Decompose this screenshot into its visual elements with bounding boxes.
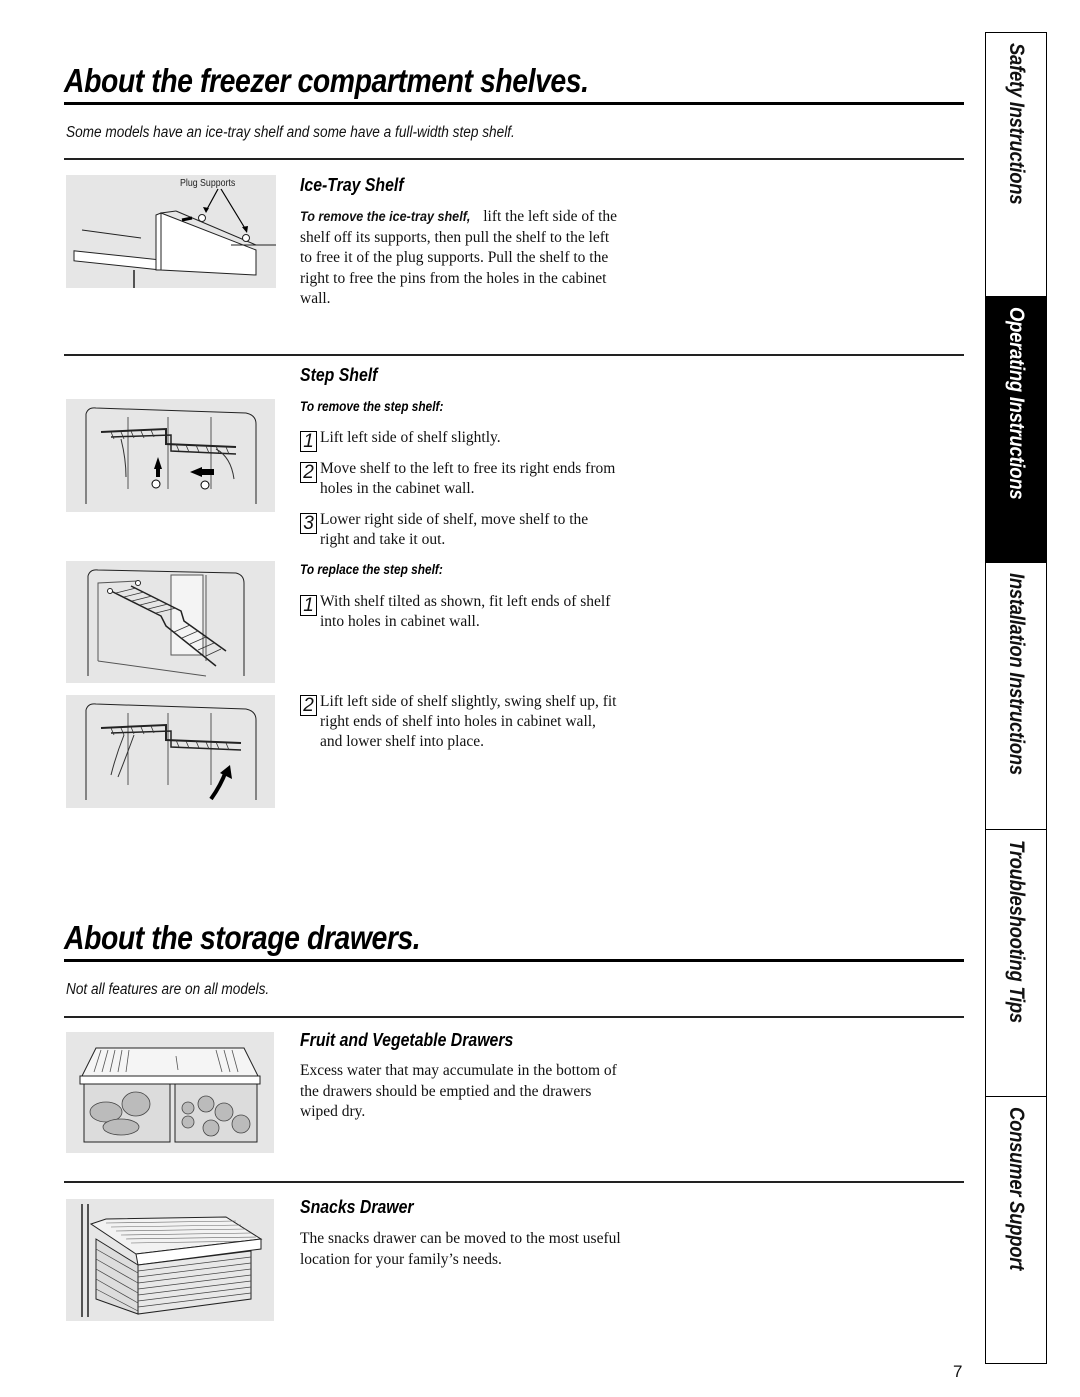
snacks-drawer-heading: Snacks Drawer: [300, 1197, 414, 1217]
plug-supports-label: Plug Supports: [180, 178, 236, 189]
step-number: 1: [300, 595, 317, 616]
section-tabs: Safety Instructions Operating Instructio…: [985, 32, 1047, 1364]
snacks-drawer-illustration: [66, 1199, 274, 1321]
section-divider: [64, 354, 964, 356]
step-number: 1: [300, 431, 317, 452]
freezer-intro: Some models have an ice-tray shelf and s…: [66, 124, 515, 141]
step-number: 2: [300, 695, 317, 716]
step-text: Lower right side of shelf, move shelf to…: [320, 511, 589, 548]
snacks-drawer-text: The snacks drawer can be moved to the mo…: [300, 1230, 621, 1268]
remove-step-shelf-heading: To remove the step shelf:: [300, 399, 444, 414]
remove-step-shelf-drawing: [85, 407, 257, 504]
section-divider: [64, 158, 964, 160]
step-text: With shelf tilted as shown, fit left end…: [320, 593, 611, 630]
tab-label: Installation Instructions: [1005, 573, 1028, 775]
tab-troubleshooting-tips[interactable]: Troubleshooting Tips: [986, 830, 1046, 1097]
fruit-vegetable-drawers-illustration: [66, 1032, 274, 1153]
snacks-drawer-drawing: [81, 1204, 263, 1317]
ice-tray-shelf-drawing: [73, 188, 276, 288]
step-text: Lift left side of shelf slightly.: [320, 429, 501, 446]
remove-step-1: 1 Lift left side of shelf slightly.: [300, 428, 620, 452]
fruit-vegetable-drawers-text: Excess water that may accumulate in the …: [300, 1062, 617, 1120]
step-text: Move shelf to the left to free its right…: [320, 460, 616, 497]
section-divider: [64, 1181, 964, 1183]
ice-tray-shelf-illustration: Plug Supports: [66, 175, 276, 288]
tab-installation-instructions[interactable]: Installation Instructions: [986, 563, 1046, 830]
section-divider: [64, 1016, 964, 1018]
fruit-vegetable-drawers-heading: Fruit and Vegetable Drawers: [300, 1030, 514, 1050]
title-rule: [64, 102, 964, 105]
replace-step-shelf-heading: To replace the step shelf:: [300, 562, 443, 577]
tab-consumer-support[interactable]: Consumer Support: [986, 1097, 1046, 1362]
replace-step-1: 1 With shelf tilted as shown, fit left e…: [300, 592, 620, 632]
step-shelf-heading: Step Shelf: [300, 365, 378, 385]
drawers-section-title: About the storage drawers.: [64, 919, 421, 956]
ice-tray-heading: Ice-Tray Shelf: [300, 175, 404, 195]
step-number: 2: [300, 462, 317, 483]
tilted-step-shelf-drawing: [87, 569, 245, 677]
tab-label: Troubleshooting Tips: [1005, 840, 1028, 1023]
install-step-shelf-illustration: [66, 695, 275, 808]
freezer-section-title: About the freezer compartment shelves.: [64, 62, 589, 99]
drawers-intro: Not all features are on all models.: [66, 981, 270, 998]
fruit-vegetable-drawers-drawing: [79, 1047, 261, 1143]
tab-label: Operating Instructions: [1005, 307, 1028, 500]
ice-tray-lead: To remove the ice-tray shelf,: [300, 208, 471, 224]
step-number: 3: [300, 513, 317, 534]
tab-safety-instructions[interactable]: Safety Instructions: [986, 33, 1046, 297]
remove-step-shelf-illustration: [66, 399, 275, 512]
install-step-shelf-drawing: [85, 703, 257, 801]
remove-step-2: 2 Move shelf to the left to free its rig…: [300, 459, 620, 499]
tab-label: Safety Instructions: [1005, 43, 1028, 205]
title-rule: [64, 959, 964, 962]
tab-label: Consumer Support: [1005, 1107, 1028, 1271]
remove-step-3: 3 Lower right side of shelf, move shelf …: [300, 510, 620, 550]
step-text: Lift left side of shelf slightly, swing …: [320, 693, 617, 750]
ice-tray-instructions: To remove the ice-tray shelf, lift the l…: [300, 206, 620, 310]
replace-step-2: 2 Lift left side of shelf slightly, swin…: [300, 692, 620, 752]
tab-operating-instructions[interactable]: Operating Instructions: [986, 297, 1046, 563]
tilted-step-shelf-illustration: [66, 561, 275, 683]
page-number: 7: [953, 1362, 963, 1381]
